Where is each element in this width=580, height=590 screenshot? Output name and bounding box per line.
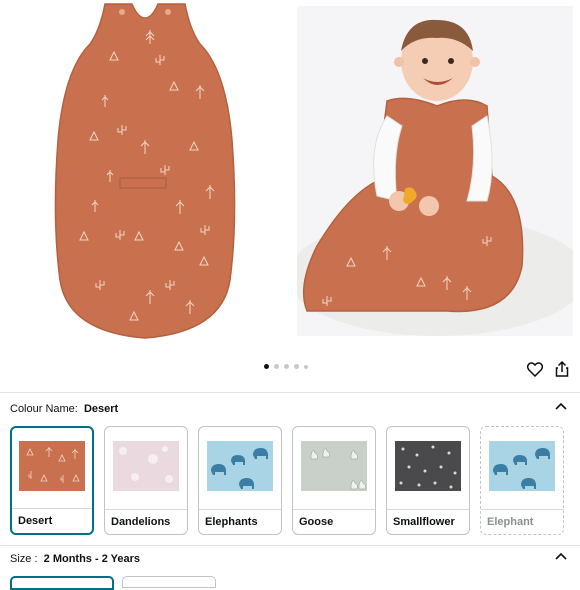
selected-colour-value: Desert (83, 403, 119, 415)
swatch-label: Goose (293, 509, 375, 534)
pagination-dot[interactable] (284, 364, 289, 369)
selected-size-value: 2 Months - 2 Years (43, 553, 141, 565)
swatch-desert[interactable]: Desert (10, 426, 94, 535)
size-label: Size : 2 Months - 2 Years (10, 553, 140, 565)
heart-icon[interactable] (526, 360, 544, 378)
share-icon[interactable] (553, 360, 571, 378)
dandelions-pattern-thumbnail (113, 441, 179, 491)
pagination-dot[interactable] (304, 364, 308, 369)
section-divider (0, 545, 580, 546)
swatch-dandelions[interactable]: Dandelions (104, 426, 188, 535)
swatch-label: Desert (12, 508, 92, 533)
colour-swatch-list: Desert Dandelions Elephants Goose Smallf… (10, 426, 564, 535)
baby-in-sleep-sack-image[interactable] (297, 6, 573, 336)
swatch-elephants[interactable]: Elephants (198, 426, 282, 535)
swatch-smallflower[interactable]: Smallflower (386, 426, 470, 535)
swatch-label: Elephant (481, 509, 563, 534)
swatch-label: Dandelions (105, 509, 187, 534)
goose-pattern-thumbnail (301, 441, 367, 491)
desert-pattern-thumbnail (19, 441, 85, 491)
section-divider (0, 392, 580, 393)
chevron-up-icon[interactable] (554, 550, 568, 564)
size-label-text: Size : (10, 553, 38, 565)
pagination-dot[interactable] (264, 364, 269, 369)
swatch-label: Smallflower (387, 509, 469, 534)
pagination-dot[interactable] (274, 364, 279, 369)
elephants-pattern-thumbnail (207, 441, 273, 491)
size-option[interactable] (122, 576, 216, 588)
chevron-up-icon[interactable] (554, 400, 568, 414)
colour-label-text: Colour Name: (10, 403, 78, 415)
swatch-label: Elephants (199, 509, 281, 534)
swatch-elephant-unavailable[interactable]: Elephant (480, 426, 564, 535)
smallflower-pattern-thumbnail (395, 441, 461, 491)
size-option-selected[interactable] (10, 576, 114, 590)
elephant-pattern-thumbnail (489, 441, 555, 491)
swatch-goose[interactable]: Goose (292, 426, 376, 535)
gallery-pagination (264, 364, 308, 369)
colour-name-label: Colour Name: Desert (10, 403, 118, 415)
product-image-gallery (0, 0, 580, 390)
pagination-dot[interactable] (294, 364, 299, 369)
sleep-sack-flat-image[interactable] (50, 0, 240, 340)
